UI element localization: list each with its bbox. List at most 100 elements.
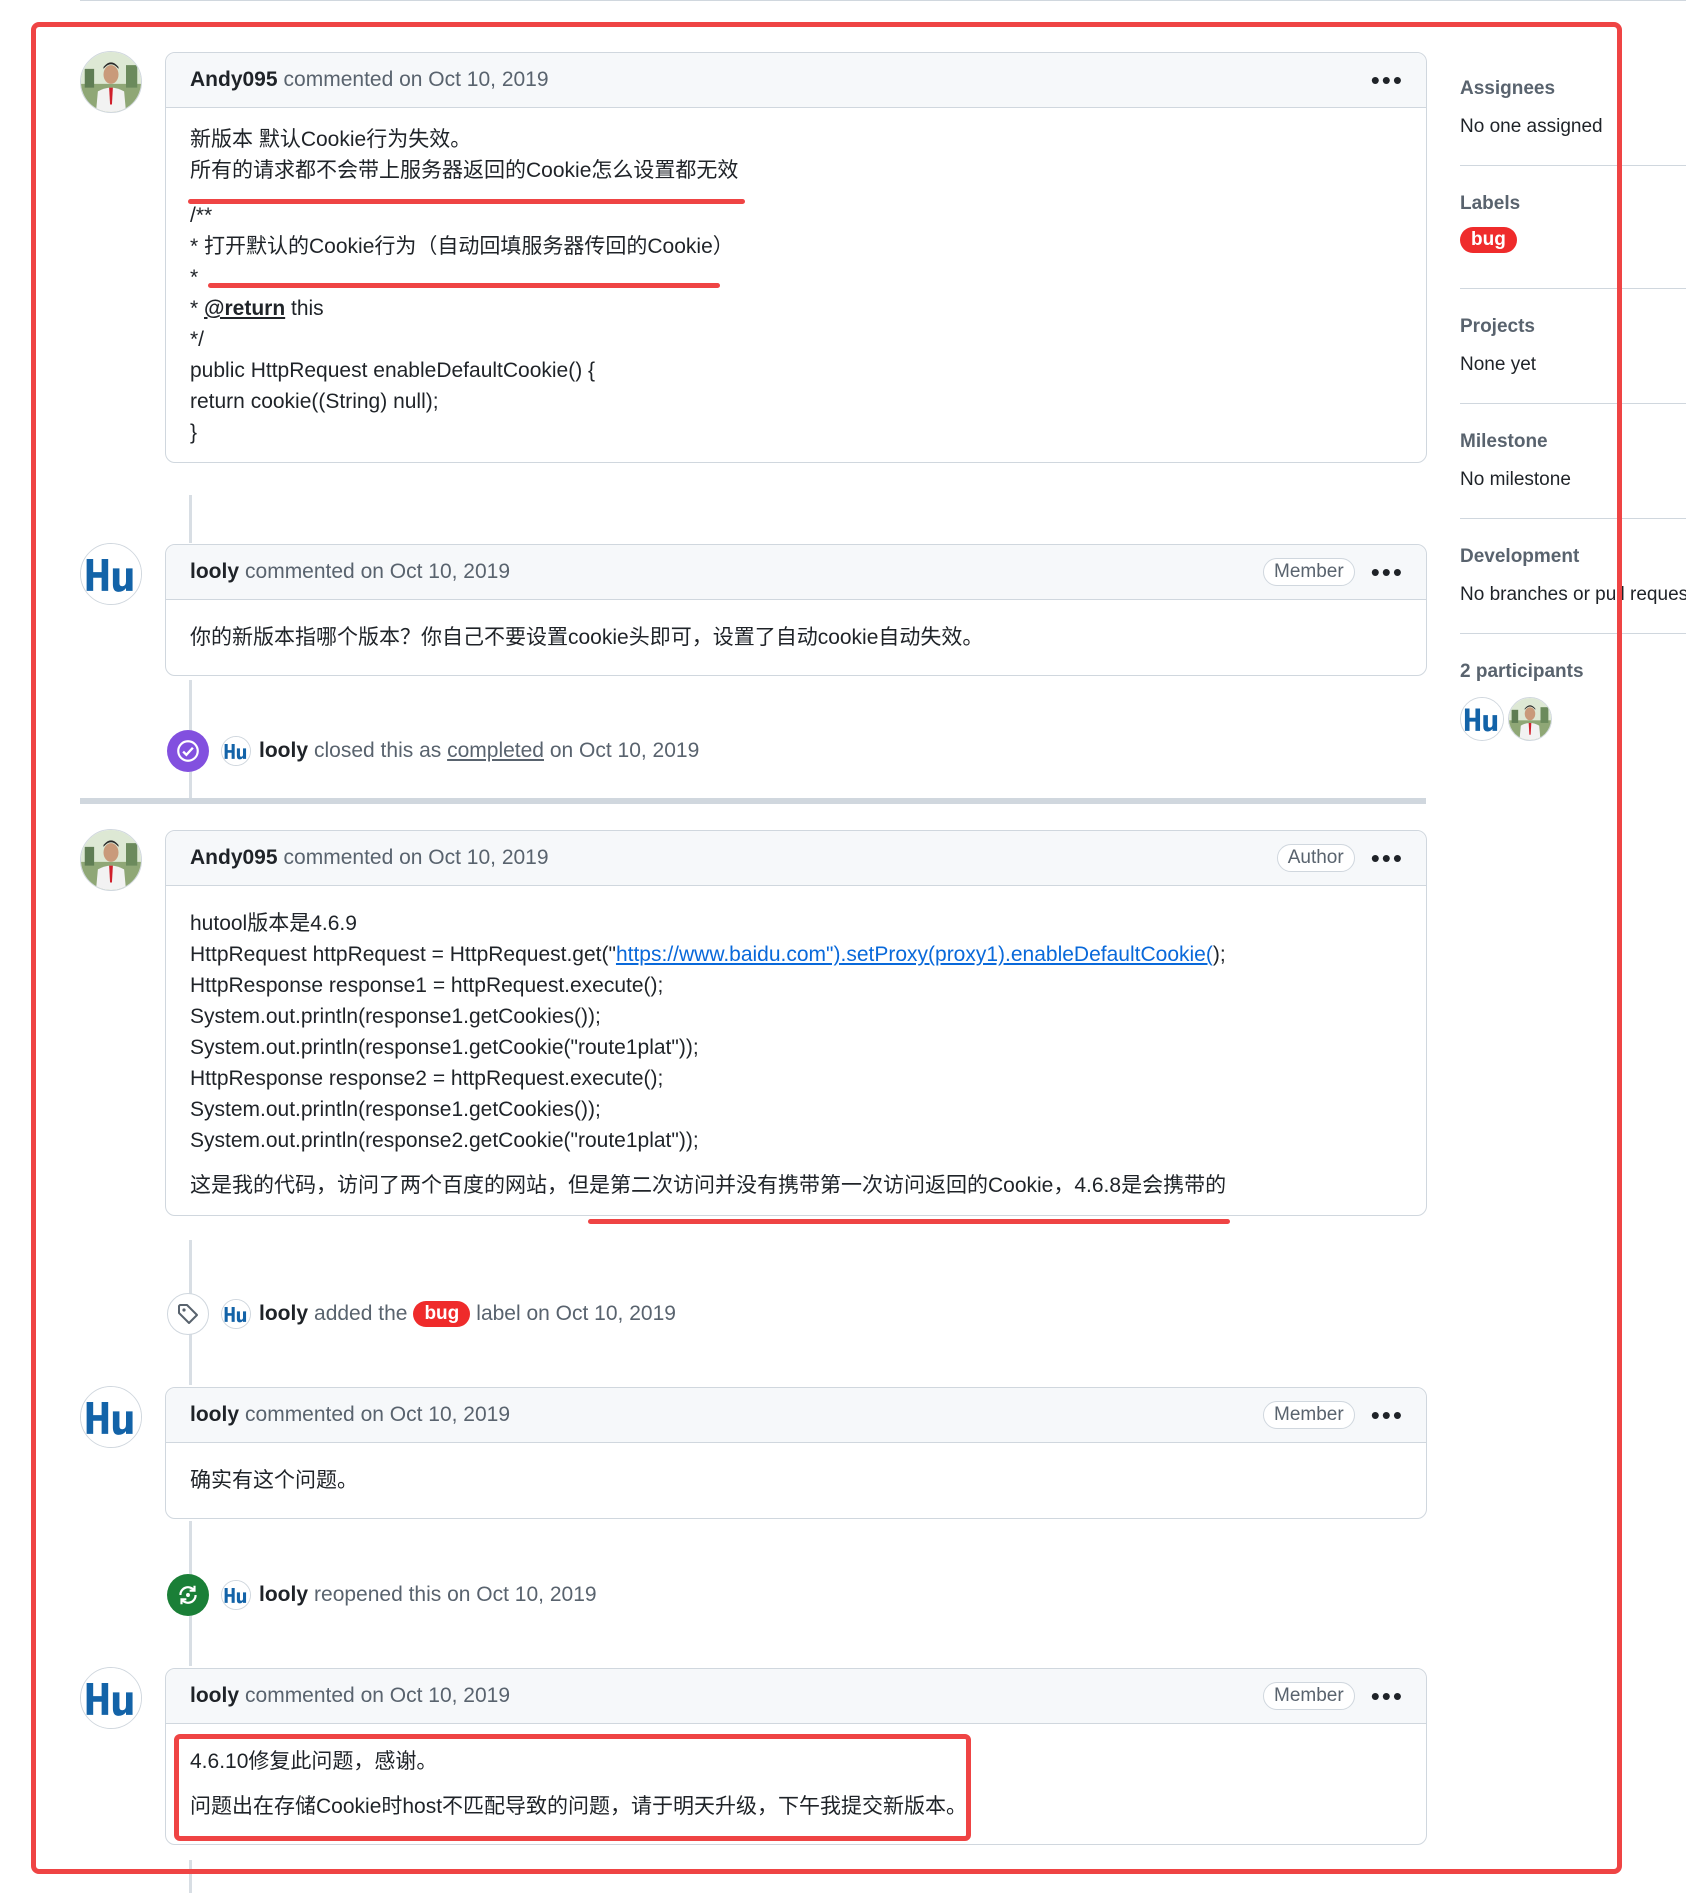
avatar[interactable]	[80, 1386, 142, 1448]
comment-meta[interactable]: commented on Oct 10, 2019	[284, 68, 549, 92]
code-text: );	[1212, 943, 1226, 966]
event-actor[interactable]: looly	[259, 1302, 308, 1326]
labels-title[interactable]: Labels	[1460, 193, 1686, 215]
timeline-connector	[189, 495, 192, 543]
red-underline-annotation	[208, 283, 720, 288]
participant-avatar[interactable]	[1460, 697, 1504, 741]
comment-body: 你的新版本指哪个版本？你自己不要设置cookie头即可，设置了自动cookie自…	[166, 600, 1426, 675]
url-link[interactable]: https://www.baidu.com").setProxy(proxy1)…	[616, 943, 1213, 966]
sidebar-milestone: Milestone No milestone	[1460, 431, 1686, 491]
comment-header: looly commented on Oct 10, 2019 Member ••…	[166, 1388, 1426, 1443]
more-options-icon[interactable]: •••	[1371, 67, 1404, 93]
comment-meta[interactable]: commented on Oct 10, 2019	[245, 560, 510, 584]
timeline-event-closed: looly closed this as completed on Oct 10…	[167, 729, 699, 773]
timeline-event-reopened: looly reopened this on Oct 10, 2019	[167, 1573, 597, 1617]
comment-line: *	[190, 266, 199, 289]
comment-header: looly commented on Oct 10, 2019 Member ••…	[166, 545, 1426, 600]
comment-meta[interactable]: commented on Oct 10, 2019	[245, 1403, 510, 1427]
milestone-title[interactable]: Milestone	[1460, 431, 1686, 453]
red-underline-annotation	[188, 199, 745, 204]
sidebar-labels: Labels bug	[1460, 193, 1686, 253]
sidebar-divider	[1460, 633, 1686, 634]
comment-body: hutool版本是4.6.9 HttpRequest httpRequest =…	[166, 886, 1426, 1215]
comment-header: Andy095 commented on Oct 10, 2019 •••	[166, 53, 1426, 108]
more-options-icon[interactable]: •••	[1371, 845, 1404, 871]
sidebar-divider	[1460, 403, 1686, 404]
comment-line: HttpResponse response1 = httpRequest.exe…	[190, 974, 664, 997]
comment-author[interactable]: Andy095	[190, 846, 278, 870]
comment-line: 新版本 默认Cookie行为失效。	[190, 128, 472, 151]
red-box-annotation	[174, 1734, 971, 1841]
more-options-icon[interactable]: •••	[1371, 1402, 1404, 1428]
event-date[interactable]: on Oct 10, 2019	[550, 739, 699, 763]
tag-icon	[167, 1293, 209, 1335]
comment-line: /**	[190, 204, 213, 227]
event-actor[interactable]: looly	[259, 739, 308, 763]
member-badge: Member	[1263, 558, 1355, 586]
comment-line: HttpResponse response2 = httpRequest.exe…	[190, 1067, 664, 1090]
comment-line: * 打开默认的Cookie行为（自动回填服务器传回的Cookie）	[190, 235, 734, 258]
actor-avatar[interactable]	[221, 1299, 251, 1329]
comment-line: System.out.println(response2.getCookie("…	[190, 1129, 699, 1152]
comment-author[interactable]: looly	[190, 560, 239, 584]
comment-author[interactable]: looly	[190, 1403, 239, 1427]
red-underline-annotation	[588, 1219, 1230, 1224]
sidebar-projects: Projects None yet	[1460, 316, 1686, 376]
participant-avatar[interactable]	[1508, 697, 1552, 741]
comment-header: Andy095 commented on Oct 10, 2019 Author…	[166, 831, 1426, 886]
sidebar-divider	[1460, 288, 1686, 289]
development-title[interactable]: Development	[1460, 546, 1686, 568]
comment-card: Andy095 commented on Oct 10, 2019 Author…	[165, 830, 1427, 1216]
projects-title[interactable]: Projects	[1460, 316, 1686, 338]
event-text: closed this as	[314, 739, 442, 762]
event-date[interactable]: label on Oct 10, 2019	[476, 1302, 676, 1326]
comment-line: System.out.println(response1.getCookies(…	[190, 1098, 601, 1121]
comment-author[interactable]: Andy095	[190, 68, 278, 92]
avatar[interactable]	[80, 543, 142, 605]
comment-line: */	[190, 328, 205, 351]
event-text[interactable]: reopened this on Oct 10, 2019	[314, 1583, 597, 1607]
assignees-title[interactable]: Assignees	[1460, 78, 1686, 100]
comment-meta[interactable]: commented on Oct 10, 2019	[245, 1684, 510, 1708]
comment-line: System.out.println(response1.getCookies(…	[190, 1005, 601, 1028]
event-actor[interactable]: looly	[259, 1583, 308, 1607]
comment-body: 确实有这个问题。	[166, 1443, 1426, 1518]
comment-line: 你的新版本指哪个版本？你自己不要设置cookie头即可，设置了自动cookie自…	[190, 626, 984, 649]
actor-avatar[interactable]	[221, 736, 251, 766]
member-badge: Member	[1263, 1401, 1355, 1429]
completed-link[interactable]: completed	[447, 739, 544, 763]
bug-label[interactable]: bug	[1460, 227, 1517, 253]
assignees-value: No one assigned	[1460, 116, 1603, 137]
avatar[interactable]	[80, 1667, 142, 1729]
comment-text: this	[285, 297, 324, 320]
comment-meta[interactable]: commented on Oct 10, 2019	[284, 846, 549, 870]
comment-card: looly commented on Oct 10, 2019 Member ••…	[165, 544, 1427, 676]
code-text: HttpRequest httpRequest = HttpRequest.ge…	[190, 943, 616, 966]
avatar[interactable]	[80, 51, 142, 113]
author-badge: Author	[1276, 844, 1355, 872]
comment-line: }	[190, 421, 198, 444]
avatar[interactable]	[80, 829, 142, 891]
sidebar-development: Development No branches or pull requests	[1460, 546, 1686, 606]
projects-value: None yet	[1460, 354, 1537, 375]
top-divider	[80, 0, 1686, 1]
more-options-icon[interactable]: •••	[1371, 1683, 1404, 1709]
bug-label[interactable]: bug	[413, 1301, 471, 1327]
comment-header: looly commented on Oct 10, 2019 Member ••…	[166, 1669, 1426, 1724]
comment-line: 确实有这个问题。	[190, 1469, 358, 1492]
milestone-value: No milestone	[1460, 469, 1571, 490]
more-options-icon[interactable]: •••	[1371, 559, 1404, 585]
event-text: added the	[314, 1302, 408, 1325]
sidebar-divider	[1460, 165, 1686, 166]
sidebar-assignees: Assignees No one assigned	[1460, 78, 1686, 138]
sidebar-participants: 2 participants	[1460, 661, 1686, 741]
comment-line: * @return this	[190, 297, 324, 320]
mention-link[interactable]: @return	[204, 297, 285, 320]
actor-avatar[interactable]	[221, 1580, 251, 1610]
check-circle-icon	[167, 730, 209, 772]
sync-icon	[167, 1574, 209, 1616]
participants-title: 2 participants	[1460, 661, 1584, 682]
development-value: No branches or pull requests	[1460, 584, 1686, 605]
timeline-event-labeled: looly added the bug label on Oct 10, 201…	[167, 1292, 676, 1336]
comment-author[interactable]: looly	[190, 1684, 239, 1708]
